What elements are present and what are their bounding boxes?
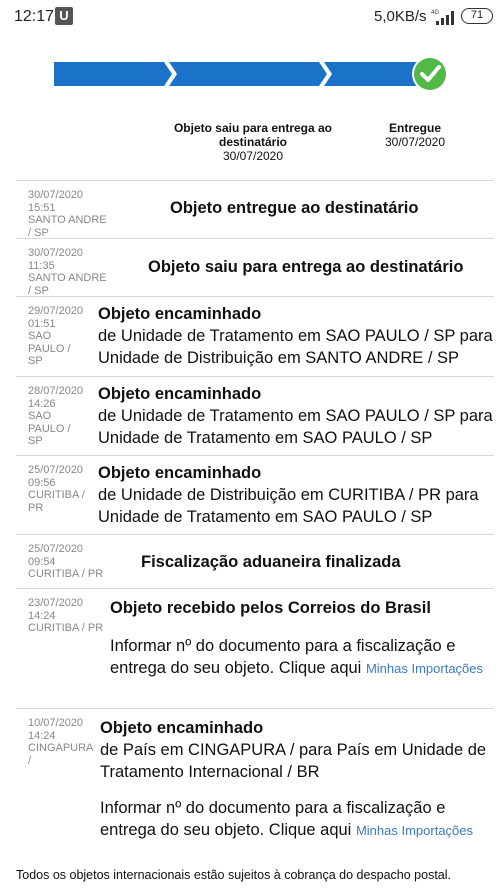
event-title: Objeto saiu para entrega ao destinatário: [148, 258, 464, 276]
event-datetime: 28/07/2020 14:26 SAO PAULO / SP: [28, 385, 84, 447]
tracking-events-list: 30/07/2020 15:51 SANTO ANDRE / SP Objeto e…: [16, 180, 494, 860]
step-date: 30/07/2020: [222, 149, 284, 163]
event-detail: de Unidade de Tratamento em SAO PAULO / …: [98, 407, 493, 447]
event-detail: de Unidade de Distribuição em CURITIBA /…: [98, 486, 479, 526]
list-item: 25/07/2020 09:56 CURITIBA / PR Objeto enca…: [16, 455, 494, 534]
tracking-progress-bar: [54, 56, 448, 92]
event-title: Fiscalização aduaneira finalizada: [141, 553, 401, 571]
status-time: 12:17: [14, 8, 55, 25]
event-datetime: 10/07/2020 14:24 CINGAPURA /: [28, 717, 93, 767]
list-item: 29/07/2020 01:51 SAO PAULO / SP Objeto enc…: [16, 296, 494, 376]
event-detail: de Unidade de Tratamento em SAO PAULO / …: [98, 327, 493, 367]
check-icon: [412, 56, 448, 92]
event-title: Objeto encaminhado: [100, 719, 264, 737]
step-title: Entregue: [388, 121, 441, 135]
progress-segment-2: [169, 62, 327, 86]
minhas-importacoes-link[interactable]: Minhas Importações: [356, 823, 473, 838]
event-datetime: 29/07/2020 01:51 SAO PAULO / SP: [28, 305, 84, 367]
list-item: 23/07/2020 14:24 CURITIBA / PR Objeto rece…: [16, 588, 494, 708]
list-item: 25/07/2020 09:54 CURITIBA / PR Fiscalizaçã…: [16, 534, 494, 588]
battery-icon: 71: [461, 8, 493, 24]
event-datetime: 30/07/2020 15:51 SANTO ANDRE / SP: [28, 189, 107, 239]
event-detail: de País em CINGAPURA / para País em Unid…: [100, 741, 487, 781]
step-title: Objeto saiu para entrega ao destinatário: [173, 121, 333, 149]
progress-segment-1: [54, 62, 172, 86]
step-date: 30/07/2020: [384, 135, 446, 149]
event-note: Informar nº do documento para a fiscaliz…: [100, 799, 474, 839]
network-type-label: 4G: [431, 10, 439, 16]
event-datetime: 25/07/2020 09:54 CURITIBA / PR: [28, 543, 104, 580]
event-note: Informar nº do documento para a fiscaliz…: [110, 637, 484, 677]
step-delivered: Entregue 30/07/2020: [376, 121, 454, 149]
progress-segment-3: [324, 62, 424, 86]
footer-disclaimer: Todos os objetos internacionais estão su…: [16, 868, 452, 882]
list-item: 10/07/2020 14:24 CINGAPURA / Objeto encami…: [16, 708, 494, 860]
step-out-for-delivery: Objeto saiu para entrega ao destinatário…: [166, 121, 340, 163]
event-datetime: 25/07/2020 09:56 CURITIBA / PR: [28, 464, 85, 514]
signal-icon: 4G: [431, 10, 454, 25]
event-title: Objeto encaminhado: [98, 385, 262, 403]
app-notification-icon: U: [55, 7, 73, 25]
minhas-importacoes-link[interactable]: Minhas Importações: [366, 661, 483, 676]
list-item: 30/07/2020 15:51 SANTO ANDRE / SP Objeto e…: [16, 180, 494, 239]
network-speed: 5,0KB/s: [374, 8, 427, 25]
event-datetime: 30/07/2020 11:35 SANTO ANDRE / SP: [28, 247, 107, 297]
event-datetime: 23/07/2020 14:24 CURITIBA / PR: [28, 597, 104, 634]
list-item: 28/07/2020 14:26 SAO PAULO / SP Objeto enc…: [16, 376, 494, 455]
event-title: Objeto recebido pelos Correios do Brasil: [110, 599, 431, 617]
event-title: Objeto entregue ao destinatário: [170, 199, 419, 217]
event-title: Objeto encaminhado: [98, 464, 262, 482]
status-bar: 12:17 U 5,0KB/s 4G 71: [0, 0, 500, 34]
step-labels: Objeto saiu para entrega ao destinatário…: [0, 121, 500, 167]
event-title: Objeto encaminhado: [98, 305, 262, 323]
list-item: 30/07/2020 11:35 SANTO ANDRE / SP Objeto s…: [16, 238, 494, 297]
